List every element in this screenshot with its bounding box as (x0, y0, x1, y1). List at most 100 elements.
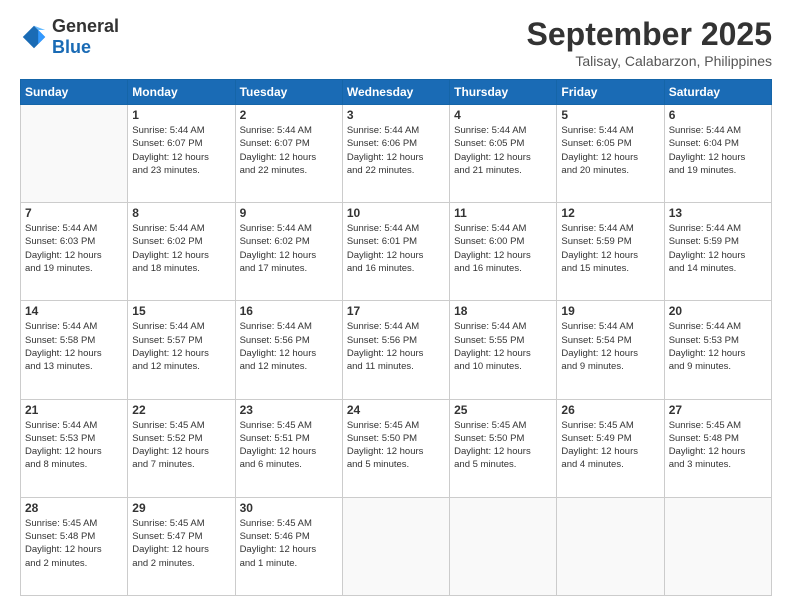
calendar-cell: 13Sunrise: 5:44 AMSunset: 5:59 PMDayligh… (664, 203, 771, 301)
cell-info-line: Sunset: 6:04 PM (669, 138, 739, 149)
calendar-week-row: 14Sunrise: 5:44 AMSunset: 5:58 PMDayligh… (21, 301, 772, 399)
logo: General Blue (20, 16, 119, 58)
cell-info-line: Daylight: 12 hours (25, 544, 102, 555)
calendar-week-row: 7Sunrise: 5:44 AMSunset: 6:03 PMDaylight… (21, 203, 772, 301)
calendar-cell: 10Sunrise: 5:44 AMSunset: 6:01 PMDayligh… (342, 203, 449, 301)
cell-info-line: Sunset: 6:06 PM (347, 138, 417, 149)
cell-info: Sunrise: 5:44 AMSunset: 6:07 PMDaylight:… (240, 124, 338, 177)
cell-info-line: and 2 minutes. (132, 558, 194, 569)
title-section: September 2025 Talisay, Calabarzon, Phil… (527, 16, 772, 69)
cell-info-line: Sunset: 5:50 PM (454, 433, 524, 444)
cell-info: Sunrise: 5:44 AM Sunset: 5:55 PM Daylight:… (454, 320, 552, 373)
cell-info-line: Sunrise: 5:44 AM (454, 321, 526, 332)
cell-info: Sunrise: 5:45 AMSunset: 5:52 PMDaylight:… (132, 419, 230, 472)
cell-info-line: and 19 minutes. (25, 263, 93, 274)
cell-info-line: Sunset: 5:55 PM (454, 335, 524, 346)
cell-info-line: and 15 minutes. (561, 263, 629, 274)
day-number: 10 (347, 206, 445, 220)
cell-info: Sunrise: 5:44 AMSunset: 5:54 PMDaylight:… (561, 320, 659, 373)
cell-info-line: Daylight: 12 hours (561, 250, 638, 261)
cell-info-line: Sunset: 5:56 PM (347, 335, 417, 346)
cell-info: Sunrise: 5:45 AMSunset: 5:46 PMDaylight:… (240, 517, 338, 570)
day-header-wednesday: Wednesday (342, 80, 449, 105)
cell-info-line: Daylight: 12 hours (132, 446, 209, 457)
calendar-cell: 17Sunrise: 5:44 AMSunset: 5:56 PMDayligh… (342, 301, 449, 399)
day-header-thursday: Thursday (450, 80, 557, 105)
cell-info-line: Sunrise: 5:45 AM (669, 420, 741, 431)
cell-info-line: Sunset: 5:47 PM (132, 531, 202, 542)
calendar-cell: 25Sunrise: 5:45 AMSunset: 5:50 PMDayligh… (450, 399, 557, 497)
cell-info: Sunrise: 5:44 AMSunset: 6:02 PMDaylight:… (132, 222, 230, 275)
calendar-cell (21, 105, 128, 203)
cell-info-line: Daylight: 12 hours (25, 446, 102, 457)
day-number: 5 (561, 108, 659, 122)
day-number: 4 (454, 108, 552, 122)
day-number: 11 (454, 206, 552, 220)
cell-info-line: and 9 minutes. (561, 361, 623, 372)
day-number: 17 (347, 304, 445, 318)
header: General Blue September 2025 Talisay, Cal… (20, 16, 772, 69)
cell-info-line: Daylight: 12 hours (561, 152, 638, 163)
cell-info-line: Daylight: 12 hours (454, 152, 531, 163)
day-number: 28 (25, 501, 123, 515)
cell-info-line: and 10 minutes. (454, 361, 522, 372)
cell-info: Sunrise: 5:45 AMSunset: 5:48 PMDaylight:… (25, 517, 123, 570)
cell-info-line: and 19 minutes. (669, 165, 737, 176)
day-number: 9 (240, 206, 338, 220)
cell-info-line: Sunrise: 5:44 AM (240, 223, 312, 234)
day-number: 21 (25, 403, 123, 417)
cell-info-line: Daylight: 12 hours (132, 250, 209, 261)
logo-text: General Blue (52, 16, 119, 58)
day-number: 24 (347, 403, 445, 417)
cell-info-line: Sunset: 5:57 PM (132, 335, 202, 346)
cell-info-line: Sunrise: 5:44 AM (561, 125, 633, 136)
cell-info-line: Daylight: 12 hours (240, 446, 317, 457)
cell-info-line: Sunrise: 5:44 AM (25, 321, 97, 332)
cell-info-line: Sunrise: 5:45 AM (561, 420, 633, 431)
cell-info-line: Sunset: 5:59 PM (669, 236, 739, 247)
cell-info: Sunrise: 5:44 AMSunset: 5:58 PMDaylight:… (25, 320, 123, 373)
cell-info-line: Sunset: 5:54 PM (561, 335, 631, 346)
cell-info: Sunrise: 5:45 AMSunset: 5:51 PMDaylight:… (240, 419, 338, 472)
calendar-cell (450, 497, 557, 595)
cell-info-line: Sunrise: 5:44 AM (240, 321, 312, 332)
location: Talisay, Calabarzon, Philippines (527, 53, 772, 69)
calendar-cell: 30Sunrise: 5:45 AMSunset: 5:46 PMDayligh… (235, 497, 342, 595)
cell-info-line: and 16 minutes. (454, 263, 522, 274)
cell-info: Sunrise: 5:44 AMSunset: 6:03 PMDaylight:… (25, 222, 123, 275)
calendar-cell: 2Sunrise: 5:44 AMSunset: 6:07 PMDaylight… (235, 105, 342, 203)
cell-info-line: and 7 minutes. (132, 459, 194, 470)
cell-info-line: Daylight: 12 hours (132, 152, 209, 163)
cell-info-line: Daylight: 12 hours (454, 348, 531, 359)
cell-info-line: Sunrise: 5:44 AM (347, 321, 419, 332)
calendar-cell: 15Sunrise: 5:44 AMSunset: 5:57 PMDayligh… (128, 301, 235, 399)
cell-info-line: Sunset: 6:02 PM (240, 236, 310, 247)
cell-info-line: Sunset: 5:56 PM (240, 335, 310, 346)
cell-info: Sunrise: 5:44 AMSunset: 5:53 PMDaylight:… (669, 320, 767, 373)
cell-info-line: Sunset: 6:05 PM (561, 138, 631, 149)
cell-info: Sunrise: 5:45 AMSunset: 5:47 PMDaylight:… (132, 517, 230, 570)
cell-info-line: Sunrise: 5:45 AM (240, 518, 312, 529)
cell-info-line: Sunrise: 5:44 AM (669, 125, 741, 136)
cell-info-line: Daylight: 12 hours (347, 250, 424, 261)
cell-info-line: Sunset: 6:07 PM (240, 138, 310, 149)
cell-info-line: Sunrise: 5:45 AM (454, 420, 526, 431)
cell-info-line: Sunset: 5:49 PM (561, 433, 631, 444)
day-number: 18 (454, 304, 552, 318)
cell-info-line: Sunset: 6:00 PM (454, 236, 524, 247)
day-number: 27 (669, 403, 767, 417)
calendar-cell: 5 Sunrise: 5:44 AM Sunset: 6:05 PM Daylight… (557, 105, 664, 203)
calendar-header-row: SundayMondayTuesdayWednesdayThursdayFrid… (21, 80, 772, 105)
cell-info: Sunrise: 5:44 AMSunset: 5:59 PMDaylight:… (561, 222, 659, 275)
calendar-cell: 9Sunrise: 5:44 AMSunset: 6:02 PMDaylight… (235, 203, 342, 301)
cell-info: Sunrise: 5:44 AM Sunset: 6:05 PM Daylight:… (561, 124, 659, 177)
calendar-cell: 16Sunrise: 5:44 AMSunset: 5:56 PMDayligh… (235, 301, 342, 399)
cell-info-line: Sunrise: 5:44 AM (454, 223, 526, 234)
cell-info-line: Sunrise: 5:44 AM (25, 223, 97, 234)
day-number: 26 (561, 403, 659, 417)
cell-info-line: Sunrise: 5:44 AM (669, 223, 741, 234)
calendar-week-row: 21Sunrise: 5:44 AMSunset: 5:53 PMDayligh… (21, 399, 772, 497)
day-header-tuesday: Tuesday (235, 80, 342, 105)
calendar-table: SundayMondayTuesdayWednesdayThursdayFrid… (20, 79, 772, 596)
cell-info-line: Sunset: 5:53 PM (669, 335, 739, 346)
